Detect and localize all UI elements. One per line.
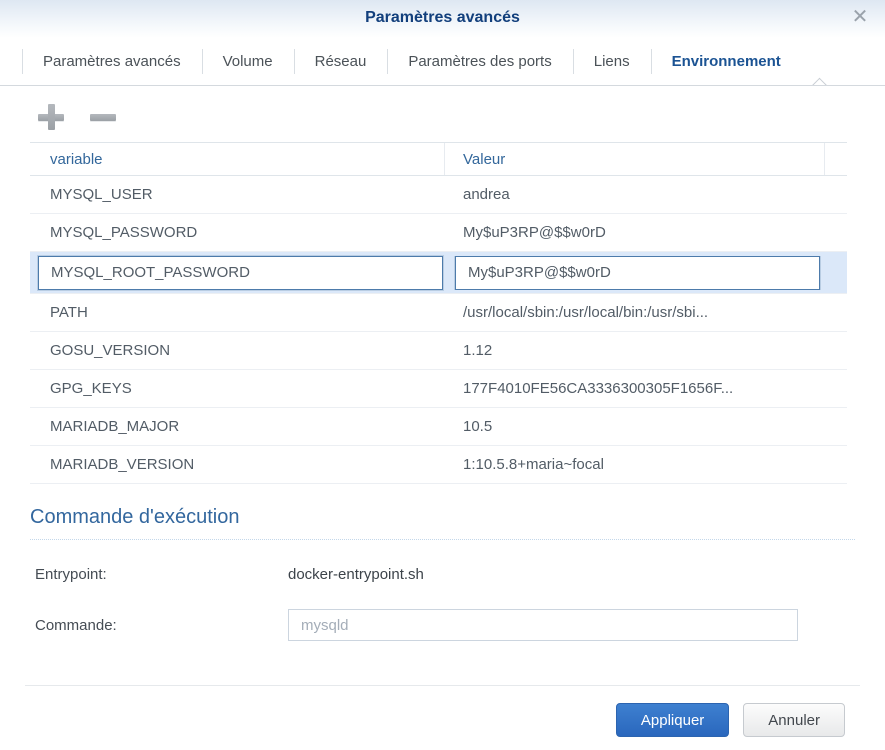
table-row[interactable]: MYSQL_USER andrea — [30, 176, 847, 214]
footer-divider — [25, 685, 860, 686]
variable-name-cell[interactable]: GOSU_VERSION — [30, 342, 445, 359]
advanced-settings-dialog: Paramètres avancés ✕ Paramètres avancés … — [0, 0, 885, 750]
apply-button[interactable]: Appliquer — [616, 703, 729, 737]
column-header-variable[interactable]: variable — [30, 143, 445, 175]
variable-name-cell[interactable]: MYSQL_USER — [30, 186, 445, 203]
tab-liens[interactable]: Liens — [573, 38, 651, 85]
tab-parametres-avances[interactable]: Paramètres avancés — [22, 38, 202, 85]
variable-name-cell[interactable]: MARIADB_VERSION — [30, 456, 445, 473]
command-label: Commande: — [35, 617, 288, 634]
footer-buttons: Appliquer Annuler — [616, 703, 845, 737]
variable-value-cell[interactable]: My$uP3RP@$$w0rD — [445, 224, 825, 241]
active-tab-caret — [812, 78, 828, 86]
variable-name-cell[interactable]: MARIADB_MAJOR — [30, 418, 445, 435]
entrypoint-value: docker-entrypoint.sh — [288, 566, 424, 583]
variable-name-cell — [30, 256, 445, 290]
entrypoint-label: Entrypoint: — [35, 566, 288, 583]
env-variable-table: variable Valeur MYSQL_USER andrea MYSQL_… — [30, 142, 847, 484]
dialog-title: Paramètres avancés — [0, 0, 885, 27]
tab-bar: Paramètres avancés Volume Réseau Paramèt… — [0, 38, 885, 86]
tab-environnement[interactable]: Environnement — [651, 38, 802, 85]
column-header-spacer — [825, 143, 847, 175]
dialog-titlebar: Paramètres avancés ✕ — [0, 0, 885, 38]
cancel-button[interactable]: Annuler — [743, 703, 845, 737]
variable-value-cell[interactable]: andrea — [445, 186, 825, 203]
variable-value-cell[interactable]: /usr/local/sbin:/usr/local/bin:/usr/sbi.… — [445, 304, 825, 321]
table-row[interactable]: MYSQL_PASSWORD My$uP3RP@$$w0rD — [30, 214, 847, 252]
table-row-editing[interactable] — [30, 252, 847, 294]
table-row[interactable]: MARIADB_MAJOR 10.5 — [30, 408, 847, 446]
column-header-value[interactable]: Valeur — [445, 143, 825, 175]
variable-value-cell[interactable]: 1.12 — [445, 342, 825, 359]
variable-name-input[interactable] — [38, 256, 443, 290]
table-row[interactable]: PATH /usr/local/sbin:/usr/local/bin:/usr… — [30, 294, 847, 332]
variable-toolbar — [0, 86, 885, 142]
command-row: Commande: — [35, 609, 855, 641]
variable-value-cell[interactable]: 10.5 — [445, 418, 825, 435]
add-variable-button[interactable] — [36, 102, 66, 132]
command-input[interactable] — [288, 609, 798, 641]
variable-value-cell — [445, 256, 825, 290]
table-header: variable Valeur — [30, 142, 847, 176]
variable-value-cell[interactable]: 177F4010FE56CA3336300305F1656F... — [445, 380, 825, 397]
variable-value-input[interactable] — [455, 256, 820, 290]
table-row[interactable]: GOSU_VERSION 1.12 — [30, 332, 847, 370]
close-icon[interactable]: ✕ — [849, 7, 871, 29]
tab-parametres-des-ports[interactable]: Paramètres des ports — [387, 38, 572, 85]
table-row[interactable]: GPG_KEYS 177F4010FE56CA3336300305F1656F.… — [30, 370, 847, 408]
entrypoint-row: Entrypoint: docker-entrypoint.sh — [35, 566, 855, 583]
tab-volume[interactable]: Volume — [202, 38, 294, 85]
remove-variable-button[interactable] — [88, 102, 118, 132]
variable-name-cell[interactable]: PATH — [30, 304, 445, 321]
variable-name-cell[interactable]: GPG_KEYS — [30, 380, 445, 397]
table-row[interactable]: MARIADB_VERSION 1:10.5.8+maria~focal — [30, 446, 847, 484]
exec-section-title: Commande d'exécution — [30, 506, 855, 540]
variable-value-cell[interactable]: 1:10.5.8+maria~focal — [445, 456, 825, 473]
tab-reseau[interactable]: Réseau — [294, 38, 388, 85]
variable-name-cell[interactable]: MYSQL_PASSWORD — [30, 224, 445, 241]
exec-command-section: Commande d'exécution Entrypoint: docker-… — [30, 506, 855, 641]
